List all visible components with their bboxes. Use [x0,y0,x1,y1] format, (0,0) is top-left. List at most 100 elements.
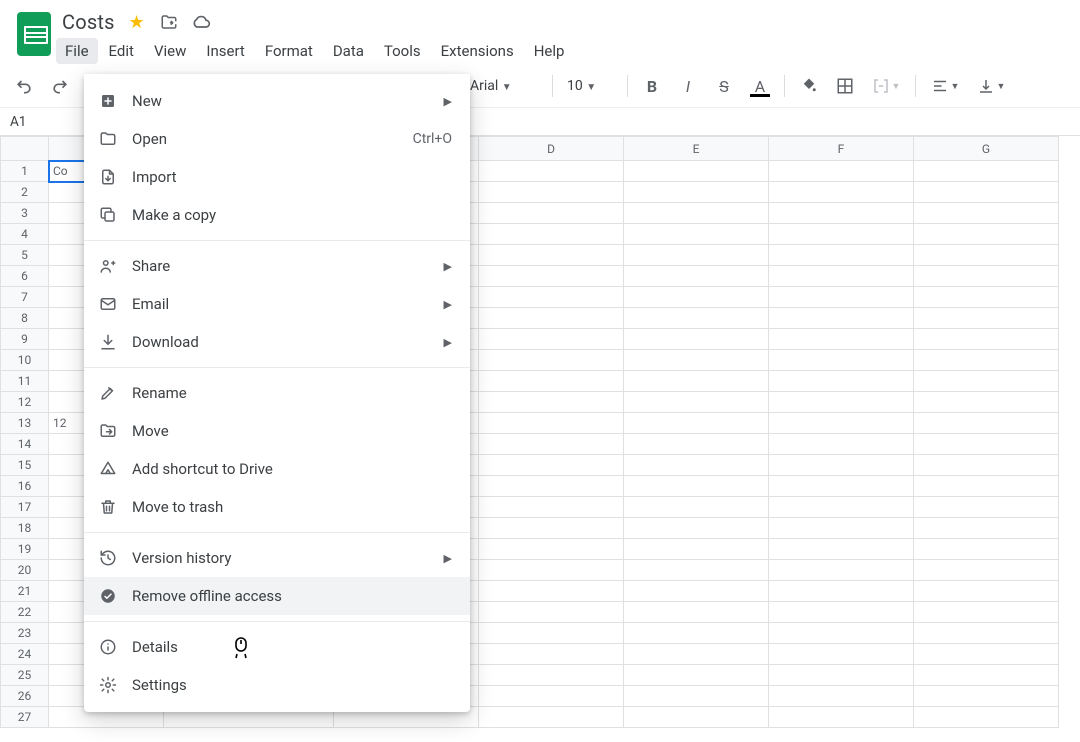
cell-F16[interactable] [769,476,914,497]
row-header-9[interactable]: 9 [1,329,49,350]
cell-F19[interactable] [769,539,914,560]
cell-F7[interactable] [769,287,914,308]
cell-F10[interactable] [769,350,914,371]
cell-D4[interactable] [479,224,624,245]
cell-G13[interactable] [914,413,1059,434]
cell-G3[interactable] [914,203,1059,224]
row-header-18[interactable]: 18 [1,518,49,539]
column-header-D[interactable]: D [479,137,624,161]
cell-D27[interactable] [479,707,624,728]
cell-E11[interactable] [624,371,769,392]
cell-D9[interactable] [479,329,624,350]
cell-D24[interactable] [479,644,624,665]
cell-D23[interactable] [479,623,624,644]
row-header-11[interactable]: 11 [1,371,49,392]
file-menu-make-a-copy[interactable]: Make a copy [84,196,470,234]
horizontal-align-button[interactable]: ▼ [924,71,966,101]
cell-D19[interactable] [479,539,624,560]
cell-E15[interactable] [624,455,769,476]
menu-extensions[interactable]: Extensions [432,38,523,64]
cell-E14[interactable] [624,434,769,455]
cell-G20[interactable] [914,560,1059,581]
file-menu-settings[interactable]: Settings [84,666,470,704]
cell-E7[interactable] [624,287,769,308]
file-menu-email[interactable]: Email▶ [84,285,470,323]
document-title[interactable]: Costs [62,10,115,34]
star-icon[interactable]: ★ [127,12,147,32]
cell-G10[interactable] [914,350,1059,371]
cell-G7[interactable] [914,287,1059,308]
cell-D21[interactable] [479,581,624,602]
cell-E5[interactable] [624,245,769,266]
cell-F9[interactable] [769,329,914,350]
cell-E18[interactable] [624,518,769,539]
cell-E22[interactable] [624,602,769,623]
cell-D6[interactable] [479,266,624,287]
text-color-button[interactable]: A [744,71,776,101]
cell-E17[interactable] [624,497,769,518]
cell-D1[interactable] [479,161,624,182]
row-header-7[interactable]: 7 [1,287,49,308]
row-header-26[interactable]: 26 [1,686,49,707]
row-header-19[interactable]: 19 [1,539,49,560]
menu-file[interactable]: File [56,38,98,64]
cell-D7[interactable] [479,287,624,308]
cell-D25[interactable] [479,665,624,686]
cell-E19[interactable] [624,539,769,560]
cell-D22[interactable] [479,602,624,623]
redo-button[interactable] [44,71,76,101]
cell-F25[interactable] [769,665,914,686]
row-header-17[interactable]: 17 [1,497,49,518]
cell-D14[interactable] [479,434,624,455]
cell-F18[interactable] [769,518,914,539]
cell-G6[interactable] [914,266,1059,287]
cell-D12[interactable] [479,392,624,413]
file-menu-share[interactable]: Share▶ [84,247,470,285]
cell-G15[interactable] [914,455,1059,476]
row-header-14[interactable]: 14 [1,434,49,455]
row-header-2[interactable]: 2 [1,182,49,203]
menu-tools[interactable]: Tools [375,38,430,64]
column-header-G[interactable]: G [914,137,1059,161]
file-menu-details[interactable]: Details [84,628,470,666]
row-header-10[interactable]: 10 [1,350,49,371]
row-header-1[interactable]: 1 [1,161,49,182]
cell-E9[interactable] [624,329,769,350]
cell-E3[interactable] [624,203,769,224]
cell-D17[interactable] [479,497,624,518]
column-header-E[interactable]: E [624,137,769,161]
cell-G5[interactable] [914,245,1059,266]
cell-F15[interactable] [769,455,914,476]
cell-G14[interactable] [914,434,1059,455]
menu-data[interactable]: Data [324,38,373,64]
menu-insert[interactable]: Insert [197,38,253,64]
cell-G18[interactable] [914,518,1059,539]
row-header-15[interactable]: 15 [1,455,49,476]
cell-F11[interactable] [769,371,914,392]
app-logo[interactable] [12,8,56,60]
cell-G2[interactable] [914,182,1059,203]
cell-F17[interactable] [769,497,914,518]
cell-E13[interactable] [624,413,769,434]
file-menu-version-history[interactable]: Version history▶ [84,539,470,577]
cell-G26[interactable] [914,686,1059,707]
cell-F21[interactable] [769,581,914,602]
cloud-status-icon[interactable] [191,12,211,32]
cell-E21[interactable] [624,581,769,602]
cell-D5[interactable] [479,245,624,266]
name-box[interactable]: A1 [0,114,52,130]
cell-G17[interactable] [914,497,1059,518]
cell-F26[interactable] [769,686,914,707]
cell-G1[interactable] [914,161,1059,182]
cell-D16[interactable] [479,476,624,497]
merge-cells-button[interactable]: ▼ [865,71,907,101]
cell-G25[interactable] [914,665,1059,686]
cell-D20[interactable] [479,560,624,581]
row-header-4[interactable]: 4 [1,224,49,245]
select-all-corner[interactable] [1,137,49,161]
row-header-5[interactable]: 5 [1,245,49,266]
cell-D3[interactable] [479,203,624,224]
cell-E26[interactable] [624,686,769,707]
row-header-20[interactable]: 20 [1,560,49,581]
cell-F13[interactable] [769,413,914,434]
